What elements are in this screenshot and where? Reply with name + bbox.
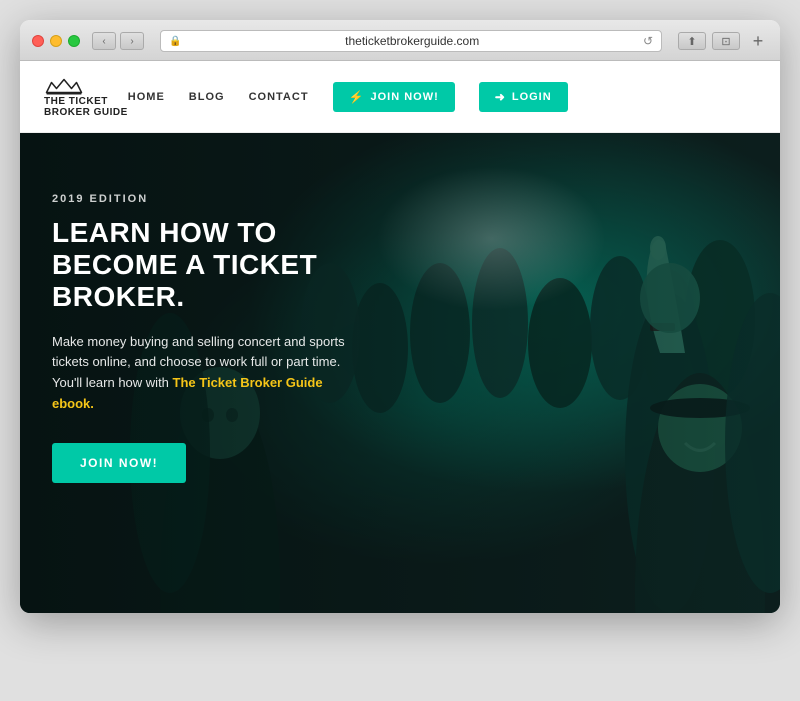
browser-titlebar: ‹ › 🔒 theticketbrokerguide.com ↺ ⬆ ⊡ + [20, 20, 780, 61]
join-now-label: JOIN NOW! [371, 91, 439, 103]
forward-button[interactable]: › [120, 32, 144, 50]
website-content: THE TICKET BROKER GUIDE HOME BLOG CONTAC… [20, 61, 780, 613]
url-text: theticketbrokerguide.com [187, 34, 636, 48]
main-nav: HOME BLOG CONTACT ⚡ JOIN NOW! ➜ LOGIN [128, 82, 568, 112]
hero-section: 2019 EDITION LEARN HOW TO BECOME A TICKE… [20, 133, 780, 613]
nav-contact[interactable]: CONTACT [249, 91, 309, 103]
login-icon: ➜ [495, 90, 506, 104]
nav-blog[interactable]: BLOG [189, 91, 225, 103]
browser-window: ‹ › 🔒 theticketbrokerguide.com ↺ ⬆ ⊡ + T… [20, 20, 780, 613]
hero-title: LEARN HOW TO BECOME A TICKET BROKER. [52, 217, 368, 314]
logo-crown-icon [44, 76, 84, 96]
logo: THE TICKET BROKER GUIDE [44, 76, 128, 118]
logo-line2: BROKER GUIDE [44, 107, 128, 118]
hero-edition: 2019 EDITION [52, 193, 368, 205]
nav-buttons: ‹ › [92, 32, 144, 50]
close-button[interactable] [32, 35, 44, 47]
lightning-icon: ⚡ [349, 90, 365, 104]
new-tab-button[interactable]: + [748, 31, 768, 51]
login-button[interactable]: ➜ LOGIN [479, 82, 568, 112]
browser-actions: ⬆ ⊡ [678, 32, 740, 50]
join-now-button[interactable]: ⚡ JOIN NOW! [333, 82, 455, 112]
bookmark-button[interactable]: ⊡ [712, 32, 740, 50]
share-button[interactable]: ⬆ [678, 32, 706, 50]
address-bar[interactable]: 🔒 theticketbrokerguide.com ↺ [160, 30, 662, 52]
login-label: LOGIN [512, 91, 552, 103]
logo-line1: THE TICKET [44, 96, 128, 107]
nav-home[interactable]: HOME [128, 91, 165, 103]
hero-content: 2019 EDITION LEARN HOW TO BECOME A TICKE… [20, 133, 400, 523]
maximize-button[interactable] [68, 35, 80, 47]
site-header: THE TICKET BROKER GUIDE HOME BLOG CONTAC… [20, 61, 780, 133]
traffic-lights [32, 35, 80, 47]
minimize-button[interactable] [50, 35, 62, 47]
hero-join-button[interactable]: JOIN NOW! [52, 443, 186, 483]
hero-description: Make money buying and selling concert an… [52, 332, 368, 415]
back-button[interactable]: ‹ [92, 32, 116, 50]
reload-button[interactable]: ↺ [643, 34, 653, 48]
lock-icon: 🔒 [169, 36, 181, 47]
